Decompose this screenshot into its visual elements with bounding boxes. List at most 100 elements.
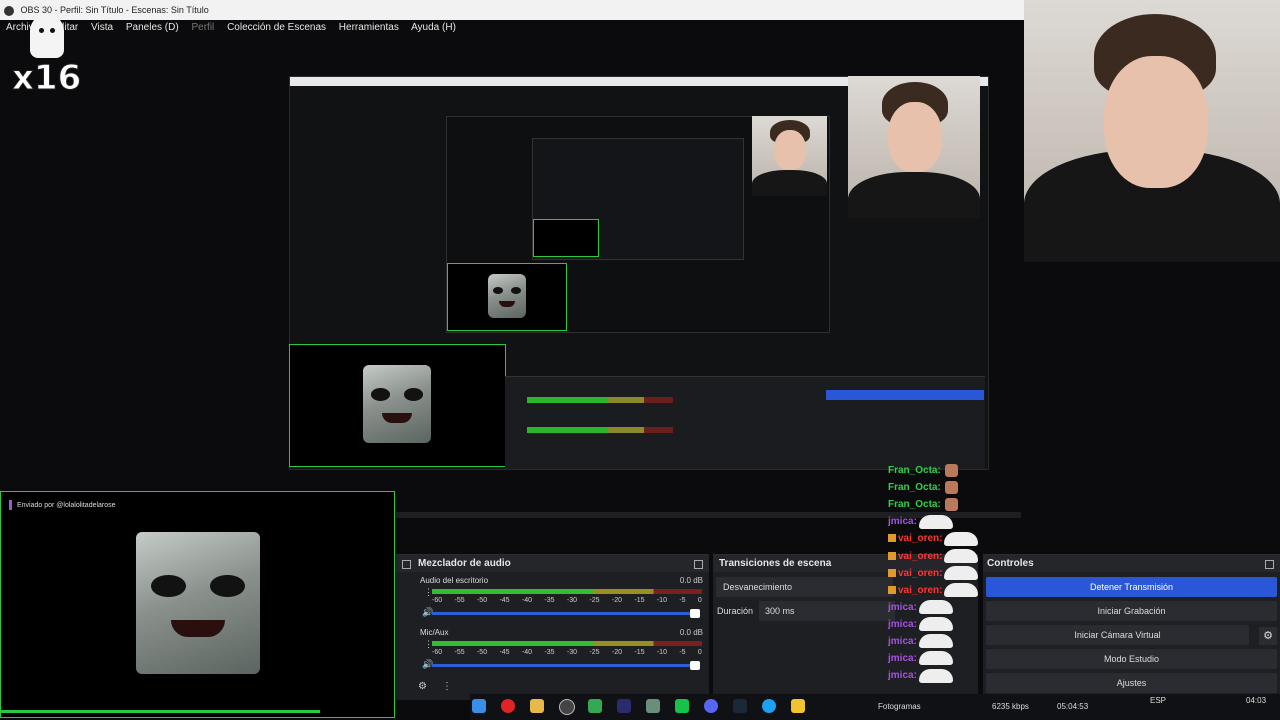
start-virtual-camera-button[interactable]: Iniciar Cámara Virtual (986, 625, 1249, 645)
menu-herramientas[interactable]: Herramientas (339, 22, 399, 33)
chat-badge-icon (888, 568, 896, 577)
chat-emote-icon (918, 651, 953, 666)
taskbar: Fotogramas 6235 kbps 05:04:53 ESP 04:03 (470, 694, 1280, 720)
obs-icon[interactable] (559, 699, 575, 715)
virtual-camera-settings-icon[interactable]: ⚙ (1259, 627, 1277, 645)
chat-emote-icon (918, 617, 953, 632)
chat-message: jmica: (888, 667, 953, 684)
menu-paneles[interactable]: Paneles (D) (126, 22, 179, 33)
chat-username: vai_oren: (898, 533, 943, 545)
transition-select[interactable]: Desvanecimiento (716, 577, 893, 597)
track-desktop-scale: -60 -55 -50 -45 -40 -35 -30 -25 -20 -15 -10 -5 0 (432, 597, 702, 604)
slider-knob[interactable] (690, 661, 700, 670)
transitions-title: Transiciones de escena (719, 558, 832, 569)
chat-username: jmica: (888, 636, 917, 647)
chat-message: jmica: (888, 599, 953, 616)
mixer-settings-icon[interactable]: ⚙ (418, 681, 427, 692)
dock-float-icon[interactable] (1265, 560, 1274, 569)
dock-float-icon[interactable] (694, 560, 703, 569)
chat-message: vai_oren: (888, 582, 979, 599)
chat-message: vai_oren: (888, 530, 979, 547)
chat-badge-icon (888, 534, 896, 543)
studio-mode-button[interactable]: Modo Estudio (986, 649, 1277, 669)
duration-label: Duración (717, 606, 754, 616)
chat-emote-icon (918, 668, 953, 683)
menu-coleccion-escenas[interactable]: Colección de Escenas (227, 22, 326, 33)
track-mic-db: 0.0 dB (679, 628, 703, 637)
chat-username: Fran_Octa: (888, 465, 941, 476)
chat-emote-icon (944, 480, 958, 494)
watermark-text: x16 (11, 58, 82, 99)
chat-badge-icon (888, 585, 896, 594)
chat-emote-icon (918, 514, 953, 529)
chat-username: vai_oren: (898, 550, 943, 562)
app-icon[interactable] (791, 699, 805, 713)
settings-button[interactable]: Ajustes (986, 673, 1277, 693)
chat-username: Fran_Octa: (888, 499, 941, 511)
chat-username: vai_oren: (898, 584, 943, 596)
drive-icon[interactable] (588, 699, 602, 713)
menu-bar: Archivo Editar Vista Paneles (D) Perfil … (0, 20, 1024, 36)
track-desktop-name: Audio del escritorio (420, 576, 489, 585)
nested-alert-box-tiny (533, 219, 599, 257)
webcam-feed (1024, 0, 1280, 262)
track-desktop-volume-slider[interactable] (432, 609, 700, 618)
system-clock: 04:03 (1246, 696, 1267, 705)
chat-username: Fran_Octa: (888, 482, 941, 494)
chat-message: Fran_Octa: (888, 496, 958, 513)
start-recording-button[interactable]: Iniciar Grabación (986, 601, 1277, 621)
chat-emote-icon (944, 565, 979, 580)
stop-stream-button[interactable]: Detener Transmisión (986, 577, 1277, 597)
chat-emote-icon (944, 531, 979, 546)
alert-accent (9, 500, 12, 510)
chat-username: vai_oren: (898, 567, 943, 579)
alert-sender: Enviado por @lolalolitadelarose (17, 501, 116, 509)
nested-stop-button (826, 390, 984, 400)
chat-message: jmica: (888, 616, 953, 633)
opera-icon[interactable] (501, 699, 515, 713)
edge-icon[interactable] (762, 699, 776, 713)
chat-emote-icon (918, 600, 953, 615)
chat-emote-icon (918, 634, 953, 649)
chat-emote-icon (944, 583, 979, 598)
windows-icon[interactable] (472, 699, 486, 713)
title-bar: OBS 30 - Perfil: Sin Título - Escenas: S… (0, 0, 1024, 20)
track-mic-volume-slider[interactable] (432, 661, 700, 670)
chat-username: jmica: (888, 618, 917, 630)
chat-badge-icon (888, 551, 896, 560)
menu-perfil[interactable]: Perfil (191, 22, 214, 33)
tool-icon[interactable] (646, 699, 660, 713)
alert-progress-bar (0, 710, 320, 713)
nested-webcam-small (752, 116, 827, 196)
stream-time: 05:04:53 (1057, 702, 1089, 711)
chat-message: Fran_Octa: (888, 462, 958, 479)
track-desktop-db: 0.0 dB (679, 576, 703, 585)
folder-icon[interactable] (530, 699, 544, 713)
nested-webcam (848, 76, 980, 218)
track-mic-name: Mic/Aux (420, 628, 449, 637)
discord-icon[interactable] (704, 699, 718, 713)
chat-username: jmica: (888, 653, 917, 665)
chat-username: jmica: (888, 601, 917, 613)
green-app-icon[interactable] (675, 699, 689, 713)
steam-icon[interactable] (733, 699, 747, 713)
chat-emote-icon (944, 498, 958, 512)
duration-input[interactable]: 300 ms (759, 601, 895, 621)
slider-knob[interactable] (690, 609, 700, 618)
chat-emote-icon (944, 463, 958, 477)
chat-message: jmica: (888, 633, 953, 650)
fps-label: Fotogramas (878, 702, 921, 711)
dock-undock-icon[interactable] (402, 560, 411, 569)
ghost-watermark: x16 (11, 14, 82, 99)
chat-username: jmica: (888, 670, 917, 682)
chat-message: Fran_Octa: (888, 479, 958, 496)
menu-vista[interactable]: Vista (91, 22, 113, 33)
nested-alert-box-small (447, 263, 567, 331)
menu-ayuda[interactable]: Ayuda (H) (411, 22, 456, 33)
track-mic-meter (432, 641, 702, 646)
track-desktop-meter (432, 589, 702, 594)
mixer-more-icon[interactable]: ⋮ (442, 681, 452, 692)
premiere-icon[interactable] (617, 699, 631, 713)
chat-message: jmica: (888, 513, 953, 530)
chat-message: jmica: (888, 650, 953, 667)
